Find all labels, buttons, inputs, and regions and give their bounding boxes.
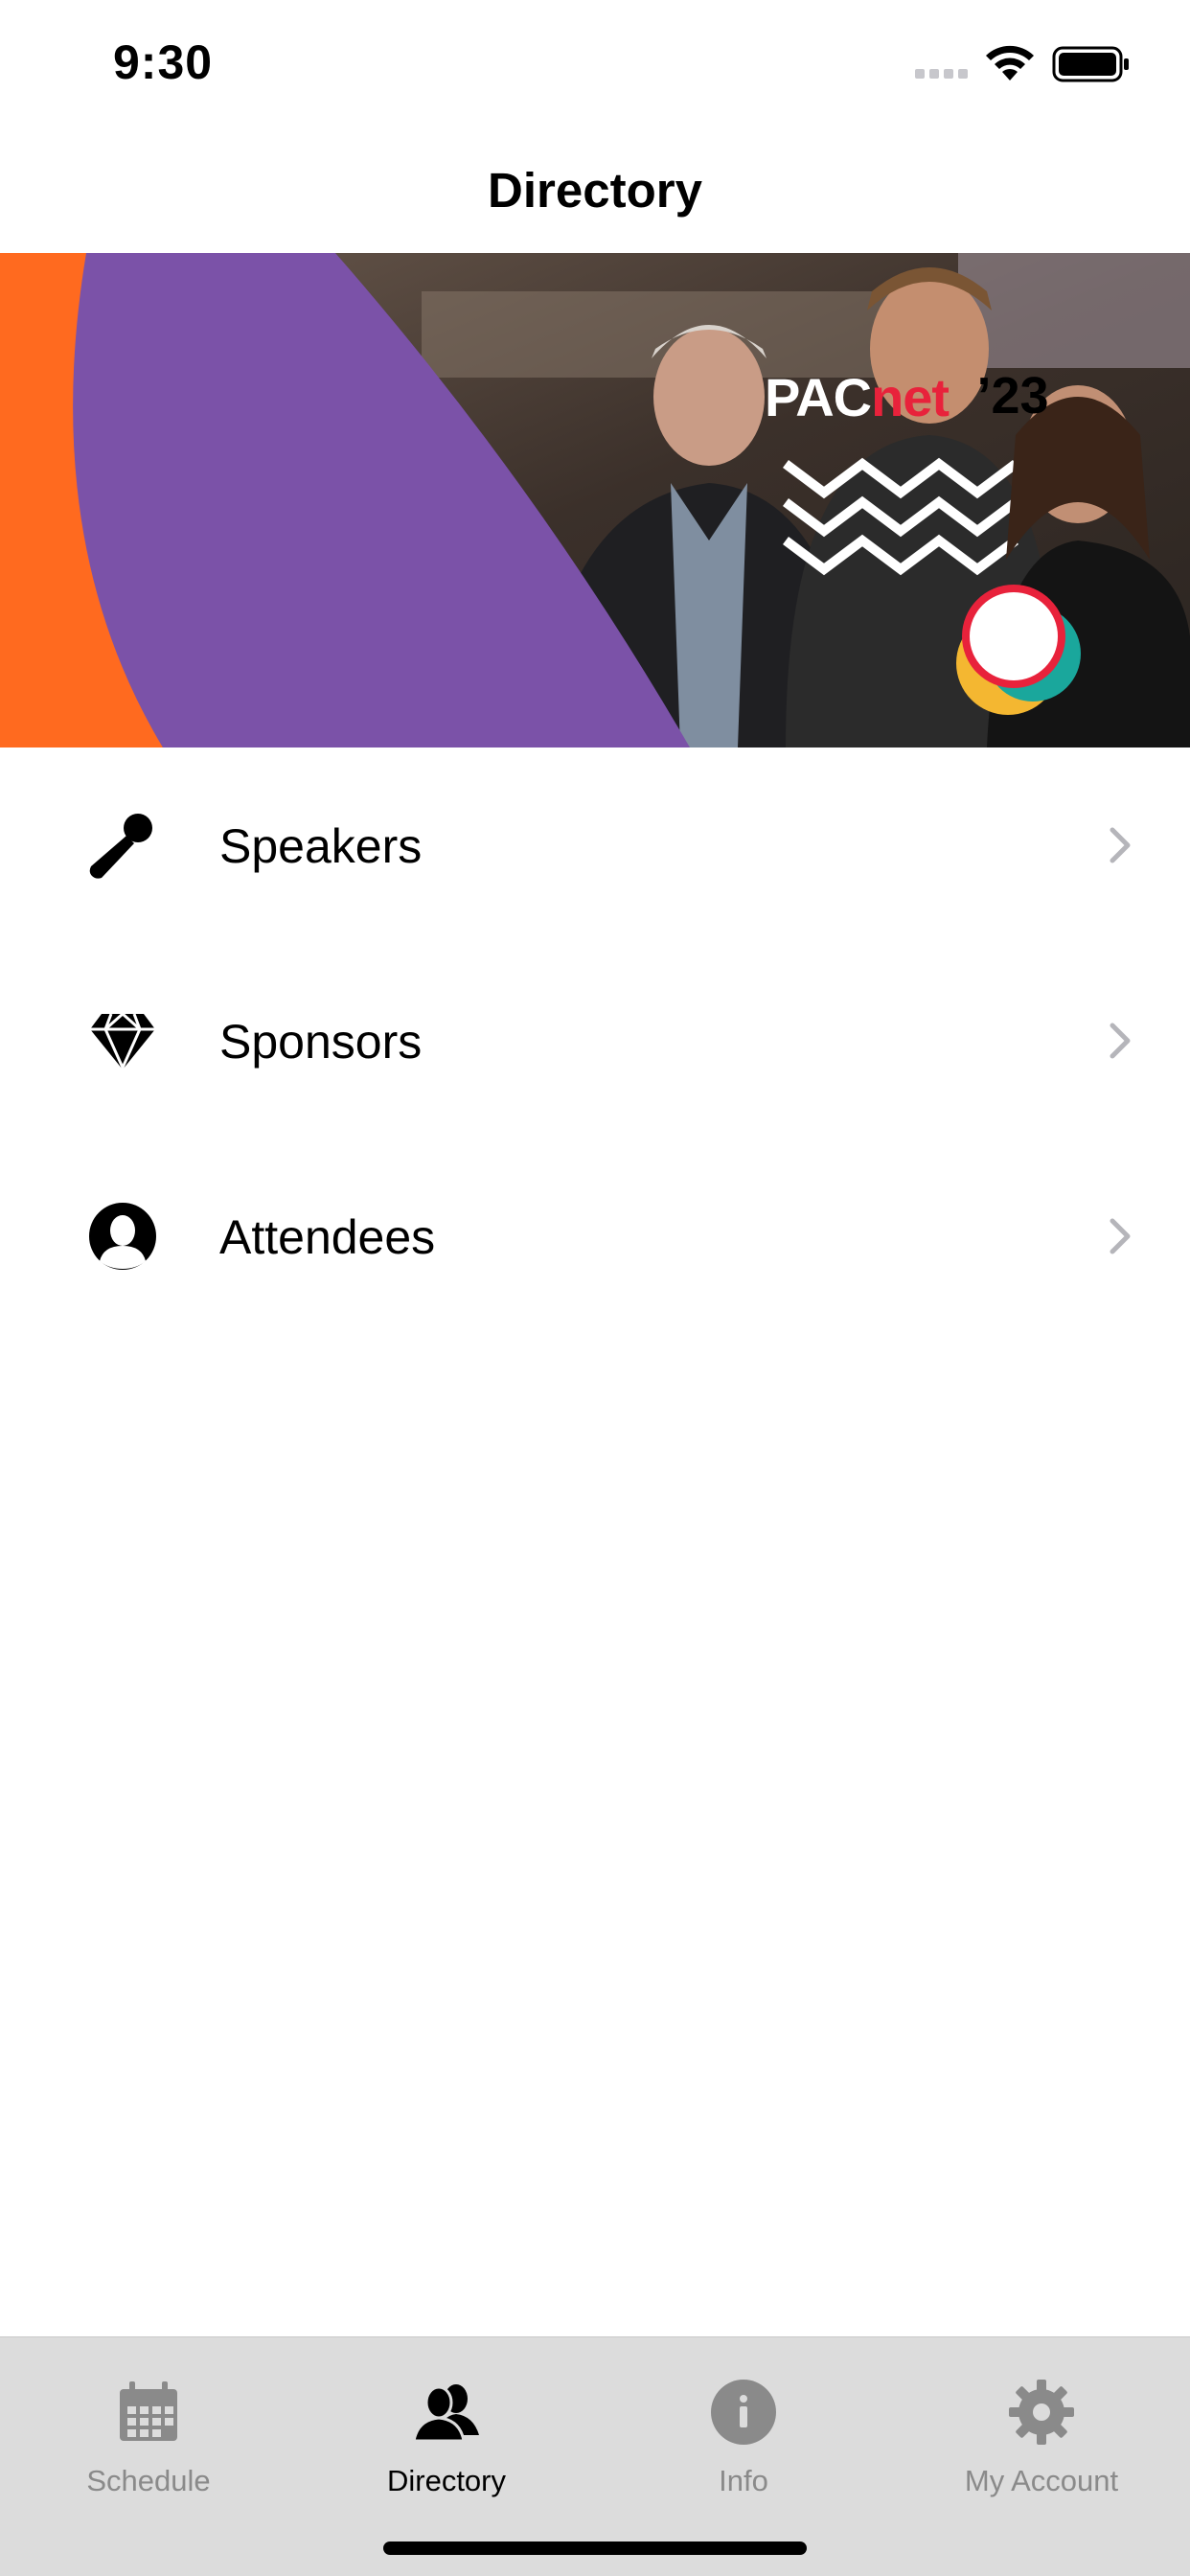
page-title: Directory [488,162,702,218]
diamond-icon [90,1012,155,1071]
chevron-right-icon [1110,1218,1131,1254]
tab-label: Directory [386,2464,506,2497]
chevron-right-icon [1110,827,1131,863]
info-icon [711,2380,776,2445]
banner-photo [0,253,1190,748]
tab-label: My Account [964,2464,1119,2497]
tab-directory[interactable]: Directory [298,2357,595,2510]
microphone-icon [89,814,152,879]
event-logo-text: PACnet [765,367,950,427]
navigation-bar: Directory [0,126,1190,253]
menu-item-label: Attendees [219,1210,436,1264]
home-indicator[interactable] [383,2542,807,2555]
tab-info[interactable]: Info [595,2357,892,2510]
status-bar: 9:30 [0,0,1190,126]
battery-icon [1052,46,1129,82]
tab-label: Schedule [86,2464,211,2497]
menu-item-label: Sponsors [219,1015,423,1069]
menu-item-label: Speakers [219,819,423,873]
tab-my-account[interactable]: My Account [893,2357,1190,2510]
tab-bar: Schedule Directory Info My Account [0,2336,1190,2576]
calendar-icon [120,2381,177,2441]
menu-item-sponsors[interactable]: Sponsors [0,943,1190,1138]
status-time: 9:30 [113,35,214,89]
directory-menu: Speakers Sponsors Attendees [0,748,1190,1334]
tab-label: Info [719,2464,768,2497]
cellular-signal-icon [915,69,968,79]
menu-item-speakers[interactable]: Speakers [0,748,1190,943]
person-circle-icon [89,1203,156,1270]
wifi-icon [986,45,1034,80]
event-logo-year: ’23 [976,367,1049,425]
chevron-right-icon [1110,1023,1131,1059]
menu-item-attendees[interactable]: Attendees [0,1138,1190,1334]
people-icon [412,2384,479,2443]
tab-schedule[interactable]: Schedule [0,2357,297,2510]
event-banner-image: PACnet ’23 [0,253,1190,748]
gear-icon [1009,2380,1074,2445]
